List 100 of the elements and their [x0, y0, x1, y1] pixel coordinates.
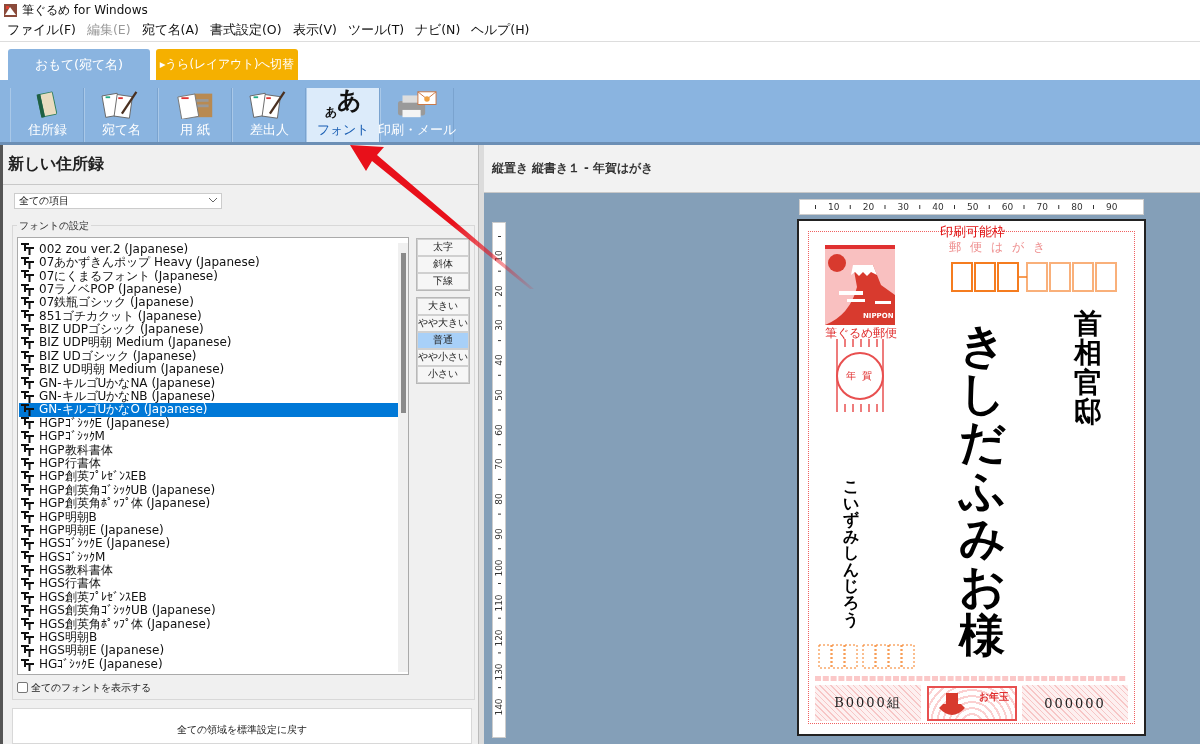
ruler-number: 20: [862, 202, 875, 212]
font-list-item[interactable]: HGSｺﾞｼｯｸM: [19, 550, 398, 565]
ruler-number: 90: [1106, 202, 1118, 212]
double-t-icon: [21, 256, 34, 269]
ruler-number: 40: [494, 355, 504, 366]
font-list-item[interactable]: HGS明朝B: [19, 631, 398, 645]
double-t-icon: [21, 645, 34, 658]
printable-area-label: 印刷可能枠: [940, 224, 1005, 239]
font-name: HGP創英角ﾎﾟｯﾌﾟ体 (Japanese): [39, 497, 211, 511]
menu-item[interactable]: 表示(V): [292, 22, 337, 39]
ruler-number: 70: [494, 459, 504, 470]
lottery-group-number: B0000組: [834, 694, 902, 712]
reset-button[interactable]: 全ての領域を標準設定に戻す: [12, 707, 472, 744]
ruler-number: 50: [967, 202, 979, 212]
menu-item[interactable]: ナビ(N): [415, 22, 461, 39]
font-list-item[interactable]: HGP明朝B: [19, 510, 398, 524]
checkbox-label: 全てのフォントを表示する: [31, 680, 151, 695]
font-name: BIZ UDP明朝 Medium (Japanese): [39, 336, 232, 350]
double-t-icon: [21, 631, 34, 644]
font-name: HGP創英ﾌﾟﾚｾﾞﾝｽEB: [39, 470, 147, 484]
double-t-icon: [21, 323, 34, 336]
double-t-icon: [21, 310, 34, 323]
font-list-item[interactable]: HGS明朝E (Japanese): [19, 644, 398, 658]
ruler-number: 10: [828, 202, 840, 212]
recipient-name: きしだふみお様: [959, 321, 1005, 660]
group-label: フォントの設定: [18, 218, 90, 233]
font-list-item[interactable]: HGｺﾞｼｯｸE (Japanese): [19, 657, 398, 672]
lottery-number: 000000: [1044, 695, 1106, 711]
font-list-item[interactable]: HGPｺﾞｼｯｸE (Japanese): [19, 416, 398, 431]
double-t-icon: [21, 618, 34, 631]
font-list-item[interactable]: HGS創英角ﾎﾟｯﾌﾟ体 (Japanese): [19, 617, 398, 632]
field-select[interactable]: 全ての項目: [14, 192, 222, 209]
double-t-icon: [21, 404, 34, 417]
double-t-icon: [21, 538, 34, 550]
font-list-item[interactable]: 07にくまるフォント (Japanese): [19, 269, 398, 283]
sender-name: こいずみしんじろう: [843, 479, 859, 629]
font-list-item[interactable]: BIZ UDPゴシック (Japanese): [19, 323, 398, 337]
double-t-icon: [21, 564, 34, 577]
font-list-item[interactable]: HGPｺﾞｼｯｸM: [19, 430, 398, 444]
window-title: 筆ぐるめ for Windows: [22, 1, 148, 19]
font-name: HGS行書体: [39, 577, 101, 591]
checkbox[interactable]: [17, 682, 28, 694]
font-list-item[interactable]: GN-キルゴUかなNA (Japanese): [19, 376, 398, 390]
font-name: BIZ UD明朝 Medium (Japanese): [39, 363, 225, 377]
font-name: HGPｺﾞｼｯｸE (Japanese): [39, 416, 170, 430]
scrollbar-track[interactable]: [398, 242, 408, 672]
font-list-item[interactable]: HGP創英ﾌﾟﾚｾﾞﾝｽEB: [19, 470, 398, 484]
font-list-item[interactable]: 851ゴチカクット (Japanese): [19, 309, 398, 324]
menu-item[interactable]: 宛て名(A): [141, 22, 199, 39]
font-list-item[interactable]: HGSｺﾞｼｯｸE (Japanese): [19, 537, 398, 551]
recipient-address: 首相官邸: [1074, 309, 1102, 427]
style-button[interactable]: 太字: [417, 238, 469, 256]
font-list-item[interactable]: 07鉄瓶ゴシック (Japanese): [19, 296, 398, 310]
font-name: HGS創英角ﾎﾟｯﾌﾟ体 (Japanese): [39, 617, 211, 631]
ruler-number: 60: [1001, 202, 1014, 212]
font-name: HGP創英角ｺﾞｼｯｸUB (Japanese): [39, 483, 216, 498]
ruler-number: 40: [932, 202, 944, 212]
font-list-item[interactable]: BIZ UD明朝 Medium (Japanese): [19, 363, 398, 377]
font-name: HGP明朝B: [39, 510, 97, 524]
font-list-item[interactable]: 07あかずきんポップ Heavy (Japanese): [19, 256, 398, 270]
menu-item[interactable]: ツール(T): [347, 22, 405, 39]
double-t-icon: [21, 390, 34, 403]
ruler-number: 60: [494, 424, 504, 435]
font-name: HGSｺﾞｼｯｸM: [39, 550, 106, 564]
font-name: GN-キルゴUかなNA (Japanese): [39, 376, 216, 391]
ruler-number: 30: [897, 202, 909, 212]
font-list-item[interactable]: HGP明朝E (Japanese): [19, 523, 398, 538]
font-list-item[interactable]: 07ラノベPOP (Japanese): [19, 282, 398, 297]
double-t-icon: [21, 524, 34, 537]
font-name: HGS明朝E (Japanese): [39, 644, 165, 658]
size-button[interactable]: 大きい: [417, 297, 469, 315]
font-list-item[interactable]: HGP教科書体: [19, 443, 398, 457]
font-name: HGP行書体: [39, 456, 101, 470]
font-name: HGS明朝B: [39, 631, 98, 645]
font-list-item[interactable]: BIZ UDP明朝 Medium (Japanese): [19, 336, 398, 350]
scrollbar-thumb[interactable]: [400, 252, 406, 413]
font-list-item[interactable]: GN-キルゴUかなO (Japanese): [19, 403, 398, 417]
font-name: HGS創英ﾌﾟﾚｾﾞﾝｽEB: [39, 590, 147, 604]
font-list-item[interactable]: HGP創英角ｺﾞｼｯｸUB (Japanese): [19, 483, 398, 498]
postmark-text: 年賀: [846, 369, 878, 383]
stamp-caption: 筆ぐるめ郵便: [825, 326, 897, 341]
font-list-item[interactable]: HGS教科書体: [19, 564, 398, 578]
font-list-item[interactable]: HGP創英角ﾎﾟｯﾌﾟ体 (Japanese): [19, 497, 398, 511]
menu-item[interactable]: ヘルプ(H): [471, 22, 530, 39]
double-t-icon: [21, 578, 34, 591]
font-list-item[interactable]: HGS創英ﾌﾟﾚｾﾞﾝｽEB: [19, 590, 398, 605]
ruler-number: 10: [494, 251, 504, 261]
menu-item[interactable]: 書式設定(O): [209, 22, 282, 39]
menu-item[interactable]: ファイル(F): [7, 22, 76, 39]
font-list-item[interactable]: HGS創英角ｺﾞｼｯｸUB (Japanese): [19, 604, 398, 618]
double-t-icon: [21, 444, 34, 457]
double-t-icon: [21, 377, 34, 390]
app-icon: [4, 3, 17, 17]
double-t-icon: [21, 551, 34, 564]
font-list-item[interactable]: HGS行書体: [19, 577, 398, 591]
font-name: GN-キルゴUかなO (Japanese): [39, 403, 208, 417]
font-list-item[interactable]: GN-キルゴUかなNB (Japanese): [19, 390, 398, 404]
ruler-number: 80: [1071, 202, 1083, 212]
font-list-item[interactable]: BIZ UDゴシック (Japanese): [19, 349, 398, 364]
font-list-item[interactable]: HGP行書体: [19, 456, 398, 471]
